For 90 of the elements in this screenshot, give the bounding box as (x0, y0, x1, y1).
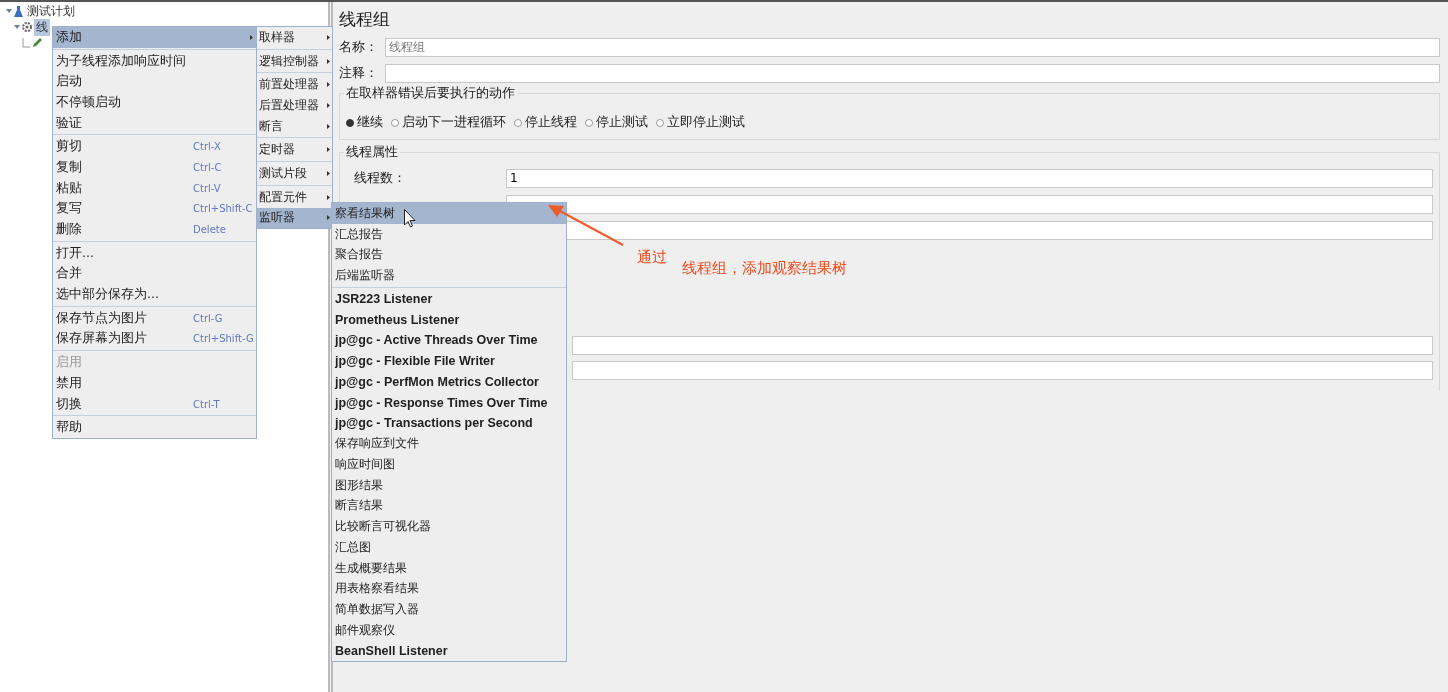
radio-label: 停止线程 (525, 114, 577, 131)
menu-item[interactable]: 图形结果 (332, 474, 566, 496)
menu-item[interactable]: 启动 (53, 71, 256, 93)
submenu-arrow-icon (327, 170, 330, 176)
menu-item[interactable]: 简单数据写入器 (332, 599, 566, 620)
radio-button[interactable] (346, 118, 354, 127)
menu-item[interactable]: 保存响应到文件 (332, 433, 566, 455)
field-label: 线程数： (353, 169, 407, 187)
flask-icon (14, 5, 23, 17)
menu-item[interactable]: 聚合报告 (332, 244, 566, 266)
menu-item[interactable]: 前置处理器 (257, 74, 332, 96)
menu-item[interactable]: BeanShell Listener (332, 640, 566, 662)
menu-item[interactable]: 监听器 (257, 207, 332, 229)
menu-item[interactable]: 保存屏幕为图片 Ctrl+Shift-G (53, 328, 256, 350)
menu-item[interactable]: jp@gc - Transactions per Second (332, 412, 566, 434)
expand-toggle-icon[interactable] (14, 24, 20, 30)
menu-item[interactable]: 定时器 (257, 139, 332, 161)
menu-item[interactable]: 响应时间图 (332, 454, 566, 475)
radio-label: 停止测试 (596, 114, 648, 131)
submenu-arrow-icon (327, 147, 330, 153)
submenu-arrow-icon (327, 194, 330, 200)
menu-item[interactable]: jp@gc - Response Times Over Time (332, 392, 566, 413)
input-field[interactable] (572, 336, 1433, 355)
gear-icon (22, 22, 32, 32)
menu-item[interactable]: 生成概要结果 (332, 557, 566, 579)
menu-item[interactable]: 合并 (53, 263, 256, 285)
radio-button[interactable] (656, 118, 664, 127)
tree-item[interactable]: 线 (34, 18, 50, 36)
field-label: 名称： (339, 38, 379, 56)
menu-item[interactable]: 选中部分保存为... (53, 284, 256, 305)
menu-item[interactable]: JSR223 Listener (332, 288, 566, 310)
menu-item[interactable]: 不停顿启动 (53, 92, 256, 113)
menu-item[interactable]: 添加 (53, 27, 256, 48)
menu-item[interactable]: 帮助 (53, 417, 256, 439)
field-label: 注释： (339, 64, 379, 82)
radio-button[interactable] (514, 118, 522, 127)
menu-item[interactable]: 测试片段 (257, 163, 332, 184)
annotation-text: 线程组，添加观察结果树 (682, 259, 847, 278)
name-field[interactable]: 线程组 (385, 37, 1440, 57)
tree-item[interactable]: 测试计划 (25, 2, 77, 20)
group-legend: 线程属性 (344, 144, 400, 161)
menu-item[interactable]: jp@gc - Active Threads Over Time (332, 330, 566, 351)
radio-label: 继续 (357, 114, 383, 131)
menu-item[interactable]: 逻辑控制器 (257, 50, 332, 72)
submenu-arrow-icon (327, 123, 330, 129)
menu-item[interactable]: 用表格察看结果 (332, 578, 566, 600)
mouse-cursor-icon (404, 209, 416, 228)
radio-label: 立即停止测试 (667, 114, 745, 131)
menu-item[interactable]: Prometheus Listener (332, 309, 566, 331)
submenu-arrow-icon (327, 215, 330, 221)
expand-toggle-icon[interactable] (6, 8, 12, 14)
menu-item[interactable]: 剪切 Ctrl-X (53, 136, 256, 158)
menu-item[interactable]: 打开... (53, 242, 256, 264)
submenu-arrow-icon (327, 102, 330, 108)
tree-branch-icon (22, 38, 30, 48)
menu-item[interactable]: 断言 (257, 115, 332, 137)
menu-item[interactable]: jp@gc - Flexible File Writer (332, 350, 566, 372)
group-legend: 在取样器错误后要执行的动作 (344, 85, 517, 102)
menu-item[interactable]: 取样器 (257, 27, 332, 48)
menu-item[interactable]: 粘贴 Ctrl-V (53, 177, 256, 199)
input-field[interactable] (572, 361, 1433, 380)
menu-item[interactable]: 察看结果树 (332, 203, 566, 224)
menu-item[interactable]: 为子线程添加响应时间 (53, 50, 256, 72)
submenu-arrow-icon (327, 58, 330, 64)
submenu-arrow-icon (327, 34, 330, 40)
menu-item[interactable]: 比较断言可视化器 (332, 516, 566, 537)
comment-field[interactable] (385, 63, 1440, 83)
radio-button[interactable] (585, 118, 593, 127)
menu-item[interactable]: 复制 Ctrl-C (53, 157, 256, 178)
menu-item[interactable]: 配置元件 (257, 186, 332, 208)
menu-item[interactable]: 验证 (53, 112, 256, 134)
menu-item[interactable]: 复写 Ctrl+Shift-C (53, 198, 256, 220)
menu-item[interactable]: 后置处理器 (257, 95, 332, 116)
annotation-text: 通过 (637, 248, 667, 267)
radio-label: 启动下一进程循环 (402, 114, 506, 131)
submenu-arrow-icon (327, 82, 330, 88)
menu-item[interactable]: 断言结果 (332, 495, 566, 517)
menu-item[interactable]: 删除 Delete (53, 219, 256, 240)
panel-title: 线程组 (339, 8, 391, 31)
menu-item[interactable]: jp@gc - PerfMon Metrics Collector (332, 371, 566, 393)
menu-item[interactable]: 后端监听器 (332, 265, 566, 286)
menu-item[interactable]: 汇总图 (332, 537, 566, 558)
menu-item[interactable]: 保存节点为图片 Ctrl-G (53, 307, 256, 329)
menu-item[interactable]: 汇总报告 (332, 223, 566, 245)
menu-item[interactable]: 禁用 (53, 373, 256, 394)
radio-button[interactable] (391, 118, 399, 127)
thread-count-field[interactable]: 1 (506, 168, 1433, 188)
menu-item[interactable]: 切换 Ctrl-T (53, 393, 256, 415)
menu-item[interactable]: 邮件观察仪 (332, 619, 566, 641)
ramp-up-field[interactable] (506, 194, 1433, 214)
